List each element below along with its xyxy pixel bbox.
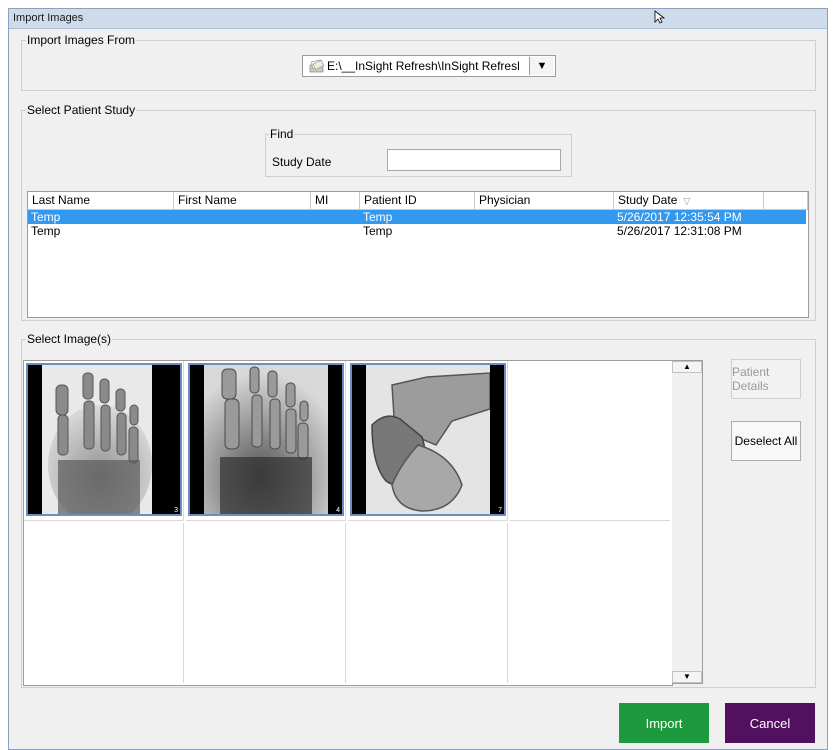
cell-mi — [311, 224, 360, 238]
col-header-filler — [764, 192, 808, 209]
patient-study-label: Select Patient Study — [27, 103, 136, 117]
col-header-study-date[interactable]: Study Date ▽ — [614, 192, 764, 209]
title-bar: Import Images — [9, 9, 827, 29]
table-row[interactable]: Temp Temp 5/26/2017 12:35:54 PM — [28, 210, 806, 224]
table-row[interactable]: Temp Temp 5/26/2017 12:31:08 PM — [28, 224, 806, 238]
cell-first-name — [174, 210, 311, 224]
image-cell-empty[interactable] — [348, 523, 508, 683]
import-source-path: E:\__InSight Refresh\InSight Refresl — [327, 59, 520, 73]
col-header-last-name[interactable]: Last Name — [28, 192, 174, 209]
image-grid-scrollbar[interactable]: ▲ ▼ — [672, 360, 703, 684]
window-title: Import Images — [13, 12, 84, 24]
cell-patient-id: Temp — [363, 224, 393, 238]
col-header-patient-id[interactable]: Patient ID — [360, 192, 475, 209]
find-label: Find — [270, 127, 294, 141]
study-date-label: Study Date — [272, 155, 332, 169]
cell-study-date: 5/26/2017 12:35:54 PM — [617, 210, 742, 224]
patient-study-group: Select Patient Study Find Study Date Las… — [21, 103, 816, 321]
image-cell-empty[interactable] — [186, 523, 346, 683]
cell-patient-id: Temp — [363, 210, 393, 224]
xray-foot-oblique-image — [190, 365, 342, 514]
image-cell-empty[interactable] — [24, 523, 184, 683]
folder-document-icon — [309, 59, 325, 73]
select-images-group: Select Image(s) 3 4 7 ▲ ▼ Patient Detail… — [21, 332, 816, 688]
cell-mi — [311, 210, 360, 224]
image-cell-empty[interactable] — [510, 361, 670, 521]
patient-study-table[interactable]: Last Name First Name MI Patient ID Physi… — [27, 191, 809, 318]
find-group: Find Study Date — [265, 127, 572, 177]
image-thumbnail[interactable]: 3 — [26, 363, 182, 516]
image-cell[interactable]: 4 — [186, 361, 346, 521]
image-number: 7 — [498, 507, 502, 514]
col-header-physician[interactable]: Physician — [475, 192, 614, 209]
cell-last-name: Temp — [31, 210, 61, 224]
background-strip — [0, 0, 836, 8]
cell-last-name: Temp — [31, 224, 61, 238]
patient-details-button[interactable]: Patient Details — [731, 359, 801, 399]
dropdown-arrow-icon[interactable]: ▼ — [529, 57, 554, 75]
select-images-label: Select Image(s) — [27, 332, 112, 346]
col-header-mi[interactable]: MI — [311, 192, 360, 209]
import-button[interactable]: Import — [619, 703, 709, 743]
import-from-label: Import Images From — [27, 33, 136, 47]
image-grid: 3 4 7 — [23, 360, 673, 686]
col-header-first-name[interactable]: First Name — [174, 192, 311, 209]
image-number: 4 — [336, 507, 340, 514]
cancel-button[interactable]: Cancel — [725, 703, 815, 743]
image-number: 3 — [174, 507, 178, 514]
import-images-window: Import Images Import Images From E:\__In… — [8, 8, 828, 750]
xray-foot-dp-image — [28, 365, 180, 514]
cell-study-date: 5/26/2017 12:31:08 PM — [617, 224, 742, 238]
cell-physician — [475, 224, 614, 238]
scroll-down-button[interactable]: ▼ — [672, 671, 702, 683]
image-cell[interactable]: 7 — [348, 361, 508, 521]
cell-physician — [475, 210, 614, 224]
table-header: Last Name First Name MI Patient ID Physi… — [28, 192, 808, 210]
sort-descending-icon: ▽ — [683, 196, 691, 206]
study-date-header-label: Study Date — [618, 193, 678, 207]
deselect-all-button[interactable]: Deselect All — [731, 421, 801, 461]
import-source-dropdown[interactable]: E:\__InSight Refresh\InSight Refresl ▼ — [302, 55, 556, 77]
image-thumbnail[interactable]: 7 — [350, 363, 506, 516]
xray-foot-lateral-image — [352, 365, 504, 514]
image-cell-empty[interactable] — [510, 523, 670, 683]
mouse-cursor-icon — [654, 10, 666, 24]
image-cell[interactable]: 3 — [24, 361, 184, 521]
import-from-group: Import Images From E:\__InSight Refresh\… — [21, 33, 816, 91]
study-date-input[interactable] — [387, 149, 561, 171]
cell-first-name — [174, 224, 311, 238]
image-thumbnail[interactable]: 4 — [188, 363, 344, 516]
scroll-up-button[interactable]: ▲ — [672, 361, 702, 373]
